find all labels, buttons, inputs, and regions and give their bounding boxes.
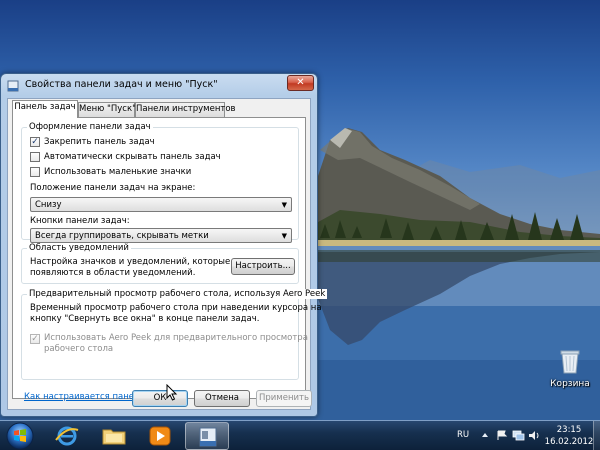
- clock-time[interactable]: 23:15: [544, 425, 594, 435]
- show-hidden-icons-icon[interactable]: [480, 430, 490, 440]
- taskbar-location-select[interactable]: Снизу ▼: [30, 197, 292, 212]
- tab-taskbar[interactable]: Панель задач: [12, 100, 78, 118]
- group-caption: Область уведомлений: [27, 243, 131, 253]
- tab-start-menu[interactable]: Меню "Пуск": [78, 102, 136, 117]
- windows-orb-icon: [6, 422, 34, 450]
- taskbar-explorer[interactable]: [94, 422, 134, 450]
- show-desktop-button[interactable]: [593, 421, 600, 450]
- window-title: Свойства панели задач и меню "Пуск": [25, 79, 218, 90]
- auto-hide-label: Автоматически скрывать панель задач: [44, 152, 221, 162]
- description-line: Настройка значков и уведомлений, которые: [30, 257, 231, 267]
- taskbar-properties-task[interactable]: [185, 422, 229, 450]
- action-center-flag-icon[interactable]: [496, 430, 508, 441]
- aero-peek-checkbox-label: Использовать Aero Peek для предварительн…: [44, 333, 308, 355]
- auto-hide-checkbox[interactable]: [30, 152, 40, 162]
- taskbar: RU 23:15 16.02.2012: [0, 420, 600, 450]
- network-icon[interactable]: [512, 430, 525, 441]
- chevron-down-icon: ▼: [281, 232, 287, 240]
- clock-date[interactable]: 16.02.2012: [540, 437, 598, 447]
- title-bar[interactable]: Свойства панели задач и меню "Пуск" ✕: [1, 74, 317, 98]
- taskbar-location-label: Положение панели задач на экране:: [30, 183, 196, 193]
- description-line: появляются в области уведомлений.: [30, 268, 196, 278]
- recycle-bin[interactable]: Корзина: [548, 348, 592, 396]
- description-line: кнопку "Свернуть все окна" в конце панел…: [30, 314, 260, 324]
- aero-peek-checkbox[interactable]: ✓: [30, 334, 40, 344]
- explorer-folder-icon: [102, 429, 126, 445]
- taskbar-buttons-label: Кнопки панели задач:: [30, 216, 130, 226]
- taskbar-properties-icon: [199, 427, 217, 447]
- apply-button[interactable]: Применить: [256, 390, 312, 407]
- internet-explorer-icon: [55, 426, 79, 446]
- taskbar-location-value: Снизу: [35, 200, 62, 210]
- language-indicator[interactable]: RU: [457, 430, 469, 440]
- tab-panel: Оформление панели задач ✓ Закрепить пане…: [12, 117, 328, 399]
- description-line: Временный просмотр рабочего стола при на…: [30, 303, 322, 313]
- aero-peek-description: Временный просмотр рабочего стола при на…: [30, 303, 322, 325]
- tab-toolbars[interactable]: Панели инструментов: [135, 102, 236, 117]
- aero-peek-group: Предварительный просмотр рабочего стола,…: [21, 289, 328, 380]
- volume-icon[interactable]: [528, 430, 540, 441]
- notification-area-group: Область уведомлений Настройка значков и …: [21, 243, 299, 284]
- small-icons-checkbox[interactable]: [30, 167, 40, 177]
- taskbar-properties-icon: [7, 80, 19, 92]
- small-icons-label: Использовать маленькие значки: [44, 167, 192, 177]
- group-caption: Оформление панели задач: [27, 122, 153, 132]
- group-caption: Предварительный просмотр рабочего стола,…: [27, 289, 328, 299]
- cancel-button[interactable]: Отмена: [194, 390, 250, 407]
- start-button[interactable]: [4, 421, 36, 450]
- taskbar-media-player[interactable]: [140, 422, 180, 450]
- ok-button[interactable]: ОК: [132, 390, 188, 407]
- taskbar-internet-explorer[interactable]: [47, 422, 87, 450]
- notification-area-description: Настройка значков и уведомлений, которые…: [30, 257, 230, 279]
- lock-taskbar-checkbox[interactable]: ✓: [30, 137, 40, 147]
- taskbar-buttons-value: Всегда группировать, скрывать метки: [35, 231, 209, 241]
- recycle-bin-icon: [560, 350, 580, 374]
- notification-tray: RU 23:15 16.02.2012: [450, 421, 600, 450]
- dialog-client-area: Панель задач Меню "Пуск" Панели инструме…: [7, 98, 328, 410]
- lock-taskbar-label: Закрепить панель задач: [44, 137, 155, 147]
- chevron-down-icon: ▼: [281, 201, 287, 209]
- checkbox-label-line: рабочего стола: [44, 344, 114, 354]
- checkbox-label-line: Использовать Aero Peek для предварительн…: [44, 333, 308, 343]
- taskbar-buttons-select[interactable]: Всегда группировать, скрывать метки ▼: [30, 228, 292, 243]
- recycle-bin-label: Корзина: [550, 379, 590, 389]
- mouse-cursor-icon: [166, 384, 178, 401]
- taskbar-appearance-group: Оформление панели задач ✓ Закрепить пане…: [21, 122, 299, 243]
- close-button[interactable]: ✕: [287, 75, 314, 91]
- taskbar-properties-dialog: Свойства панели задач и меню "Пуск" ✕ Па…: [0, 73, 328, 417]
- customize-button[interactable]: Настроить...: [231, 258, 295, 275]
- media-player-icon: [149, 426, 171, 446]
